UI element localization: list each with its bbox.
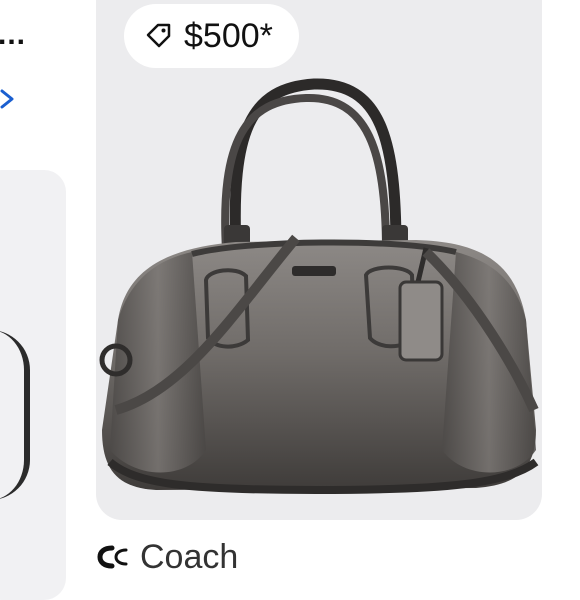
brand-row[interactable]: Coach (96, 534, 238, 580)
overflow-text: ... (0, 18, 27, 51)
chevron-right-icon[interactable] (0, 88, 18, 110)
brand-name: Coach (140, 537, 239, 576)
coach-logo-icon (97, 545, 128, 569)
product-image (99, 78, 539, 495)
tag-icon (146, 23, 171, 48)
price-badge: $500* (124, 4, 299, 68)
previous-product-image (0, 330, 30, 500)
price-label: $500* (184, 16, 273, 55)
